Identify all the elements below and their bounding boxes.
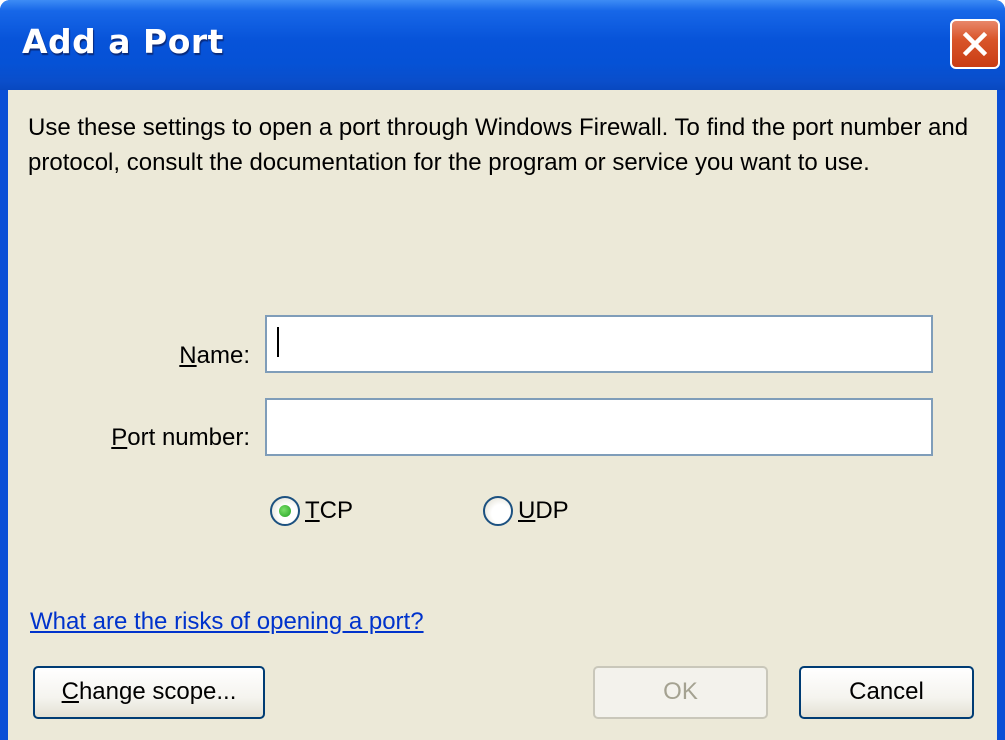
close-button[interactable] — [950, 19, 1000, 69]
udp-label[interactable]: UDP — [518, 497, 569, 525]
udp-label-text: DP — [535, 497, 569, 524]
change-scope-button[interactable]: Change scope... — [33, 666, 265, 719]
change-scope-text: hange scope... — [78, 678, 237, 705]
text-caret — [277, 327, 279, 357]
port-label-accelerator: P — [111, 424, 128, 451]
description-text: Use these settings to open a port throug… — [28, 114, 969, 176]
ok-button[interactable]: OK — [593, 666, 768, 719]
radio-selected-dot — [279, 505, 291, 517]
dialog-window: Add a Port Use these settings to open a … — [0, 0, 1005, 740]
change-scope-accelerator: C — [61, 678, 79, 705]
tcp-label[interactable]: TCP — [305, 497, 353, 525]
port-number-input[interactable] — [265, 398, 933, 456]
port-label-text: ort number: — [127, 424, 250, 451]
tcp-radio[interactable] — [270, 496, 300, 526]
tcp-label-accelerator: T — [305, 497, 320, 524]
dialog-title: Add a Port — [22, 22, 224, 61]
name-label-accelerator: N — [179, 342, 197, 369]
port-risks-link[interactable]: What are the risks of opening a port? — [30, 608, 424, 636]
tcp-label-text: CP — [319, 497, 354, 524]
cancel-button[interactable]: Cancel — [799, 666, 974, 719]
port-number-label: Port number: — [78, 424, 250, 452]
name-input[interactable] — [265, 315, 933, 373]
title-bar[interactable]: Add a Port — [0, 0, 1005, 90]
udp-radio[interactable] — [483, 496, 513, 526]
udp-label-accelerator: U — [518, 497, 536, 524]
close-x-icon — [962, 31, 988, 57]
dialog-body: Use these settings to open a port throug… — [8, 90, 997, 740]
name-label-text: ame: — [196, 342, 250, 369]
name-label: Name: — [158, 342, 250, 370]
